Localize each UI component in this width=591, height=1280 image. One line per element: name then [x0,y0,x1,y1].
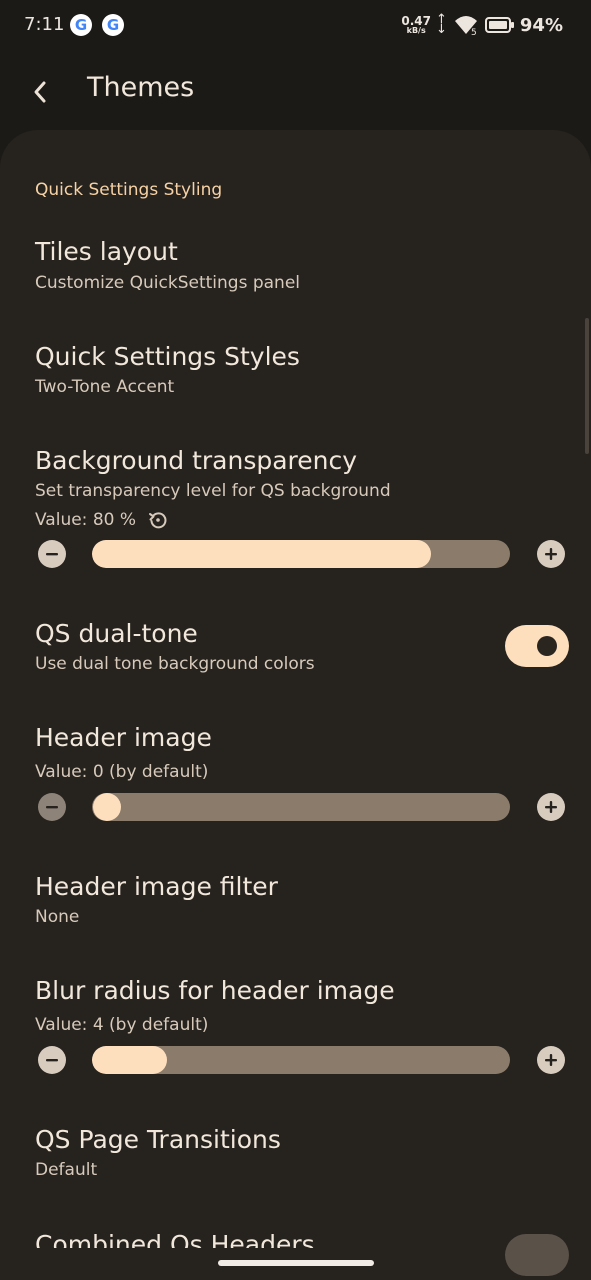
pref-title: Header image [35,723,212,752]
google-notification-icon: G [70,14,92,36]
pref-title: Background transparency [35,446,358,475]
value-line: Value: 0 (by default) [35,762,208,782]
plus-icon [545,801,557,813]
wifi-badge: 5 [471,28,477,36]
value-text: Value: 80 % [35,510,137,530]
plus-icon [545,548,557,560]
network-speed-unit: kB/s [406,26,426,35]
slider-fill [92,540,431,568]
status-bar: 7:11 G G 0.47 kB/s ↑ ↓ 5 94% [0,0,591,52]
scrollbar[interactable] [585,318,589,454]
dual-tone-toggle[interactable] [505,625,569,667]
blur-radius-slider-row [0,1045,591,1075]
combined-headers-toggle[interactable] [505,1234,569,1276]
blur-radius-slider[interactable] [92,1046,510,1074]
battery-icon [484,17,514,33]
page-title: Themes [87,72,195,103]
data-activity-icon: ↑ ↓ [436,12,447,37]
pref-title: Header image filter [35,872,278,901]
section-header: Quick Settings Styling [35,180,223,200]
reset-icon[interactable] [148,510,168,530]
decrease-button[interactable] [38,1046,66,1074]
network-speed: 0.47 kB/s [401,15,431,35]
back-arrow-icon [34,81,46,103]
value-line: Value: 4 (by default) [35,1015,208,1035]
header-image-slider[interactable] [92,793,510,821]
decrease-button[interactable] [38,540,66,568]
pref-title: QS dual-tone [35,619,198,648]
pref-summary: Two-Tone Accent [35,377,175,397]
status-indicators: 0.47 kB/s ↑ ↓ 5 94% [401,12,563,38]
pref-summary: Default [35,1160,98,1180]
gesture-navigation-bar[interactable] [218,1260,374,1266]
pref-summary: None [35,907,80,927]
minus-icon [46,1059,58,1062]
transparency-slider-row [0,539,591,569]
battery-percent: 94% [519,14,563,36]
slider-knob[interactable] [93,793,121,821]
transparency-slider[interactable] [92,540,510,568]
slider-fill [92,1046,168,1074]
header-image-slider-row [0,792,591,822]
value-text: Value: 4 (by default) [35,1015,209,1035]
pref-summary: Customize QuickSettings panel [35,273,301,293]
google-notification-icon: G [102,14,124,36]
minus-icon [46,553,58,556]
decrease-button[interactable] [38,793,66,821]
pref-title: Blur radius for header image [35,976,395,1005]
app-bar: Themes [0,52,591,130]
pref-title: Quick Settings Styles [35,342,300,371]
pref-title: Combined Qs Headers [35,1230,315,1248]
toggle-thumb [537,636,557,656]
increase-button[interactable] [537,540,565,568]
pref-title: Tiles layout [35,237,178,266]
back-button[interactable] [20,72,60,112]
increase-button[interactable] [537,793,565,821]
increase-button[interactable] [537,1046,565,1074]
pref-title: QS Page Transitions [35,1125,281,1154]
value-line: Value: 80 % [35,510,168,530]
plus-icon [545,1054,557,1066]
value-text: Value: 0 (by default) [35,762,209,782]
wifi-icon: 5 [454,16,477,36]
settings-panel: Quick Settings Styling Tiles layout Cust… [0,130,591,1280]
pref-summary: Set transparency level for QS background [35,481,391,501]
status-time: 7:11 [24,14,65,35]
minus-icon [46,806,58,809]
pref-summary: Use dual tone background colors [35,654,315,674]
